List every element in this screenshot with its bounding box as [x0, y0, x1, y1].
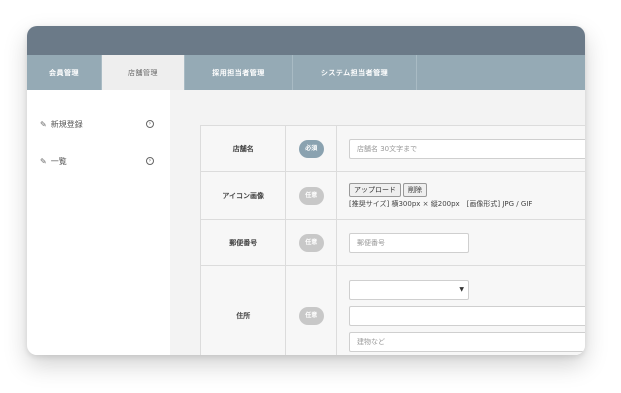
tab-member-management[interactable]: 会員管理 [27, 55, 102, 90]
form-row-icon-image: アイコン画像 任意 アップロード 削除 [推奨サイズ] 横300px × 縦200… [199, 171, 585, 220]
circle-arrow-icon: › [146, 157, 154, 165]
main-body: ✎ 新規登録 › ✎ 一覧 › 店舗名 必須 店舗名 30文字まで アイコン画像… [27, 90, 585, 355]
main-content: 店舗名 必須 店舗名 30文字まで アイコン画像 任意 アップロード 削除 [推… [170, 90, 585, 355]
sidebar-item-label: 一覧 [50, 156, 67, 166]
prefecture-select[interactable]: ▼ [349, 279, 469, 300]
title-bar [27, 26, 585, 55]
required-badge: 必須 [298, 139, 324, 158]
upload-button[interactable]: アップロード [349, 182, 401, 197]
store-name-label: 店舗名 [199, 125, 287, 172]
optional-badge: 任意 [298, 233, 324, 252]
store-name-input[interactable]: 店舗名 30文字まで [349, 138, 585, 159]
optional-badge: 任意 [298, 186, 324, 205]
icon-image-label: アイコン画像 [199, 171, 287, 220]
sidebar-item-list[interactable]: ✎ 一覧 › [27, 153, 170, 169]
tab-bar: 会員管理 店舗管理 採用担当者管理 システム担当者管理 [27, 55, 585, 90]
sidebar-item-new-registration[interactable]: ✎ 新規登録 › [27, 116, 170, 132]
tab-recruiter-management[interactable]: 採用担当者管理 [185, 55, 293, 90]
form-row-postal-code: 郵便番号 任意 郵便番号 [199, 219, 585, 266]
sidebar-item-label: 新規登録 [50, 119, 83, 129]
delete-button[interactable]: 削除 [403, 182, 427, 197]
caret-down-icon: ▼ [459, 285, 464, 293]
image-size-hint: [推奨サイズ] 横300px × 縦200px [画像形式] JPG / GIF [349, 199, 533, 208]
tab-store-management[interactable]: 店舗管理 [102, 55, 185, 90]
tab-system-admin-management[interactable]: システム担当者管理 [293, 55, 417, 90]
building-input[interactable]: 建物など [349, 331, 585, 352]
address-input[interactable] [349, 305, 585, 326]
edit-icon: ✎ [40, 156, 47, 166]
edit-icon: ✎ [40, 119, 47, 129]
form-row-store-name: 店舗名 必須 店舗名 30文字まで [199, 125, 585, 172]
postal-code-label: 郵便番号 [199, 219, 287, 266]
form-row-address: 住所 任意 ▼ 建物など [199, 265, 585, 355]
circle-arrow-icon: › [146, 120, 154, 128]
postal-code-input[interactable]: 郵便番号 [349, 232, 469, 253]
address-label: 住所 [199, 265, 287, 355]
store-form-table: 店舗名 必須 店舗名 30文字まで アイコン画像 任意 アップロード 削除 [推… [199, 125, 585, 355]
sidebar: ✎ 新規登録 › ✎ 一覧 › [27, 90, 170, 355]
optional-badge: 任意 [298, 306, 324, 325]
app-window: 会員管理 店舗管理 採用担当者管理 システム担当者管理 ✎ 新規登録 › ✎ 一… [27, 26, 585, 355]
